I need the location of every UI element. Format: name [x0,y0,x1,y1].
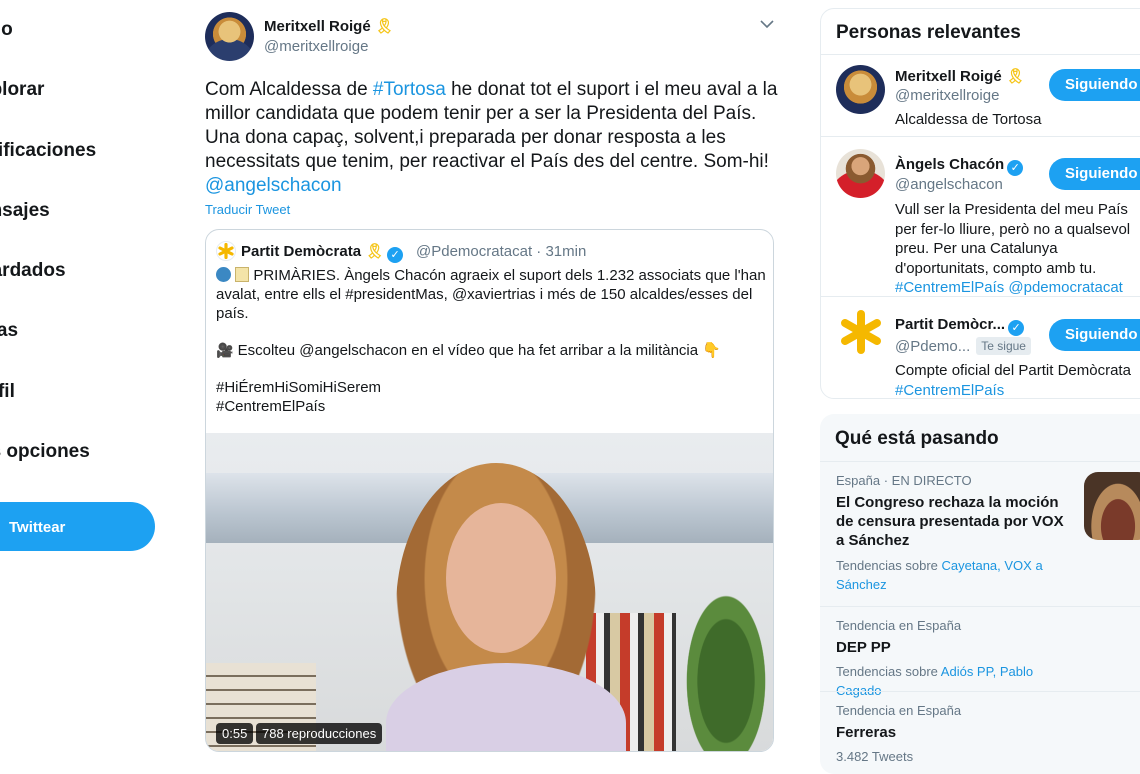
partit-democrata-avatar[interactable] [216,241,236,261]
following-button[interactable]: Siguiendo [1049,319,1140,351]
video-duration-badge: 0:55 [216,723,254,744]
quote-line-1: PRIMÀRIES. Àngels Chacón agraeix el supo… [216,267,766,322]
trend-meta: Tendencia en España [836,703,962,718]
video-plant [676,573,773,751]
hashtag-link[interactable]: #Tortosa [373,79,446,100]
whats-happening-panel: Qué está pasando España · EN DIRECTO El … [820,414,1140,774]
video-camera-emoji-icon: 🎥 [216,342,234,358]
trend-item[interactable]: España · EN DIRECTO El Congreso rechaza … [820,461,1140,607]
relevant-people-panel: Personas relevantes Meritxell Roigé 🎗 @me… [820,8,1140,399]
trend-thumbnail[interactable] [1084,472,1140,540]
trend-item[interactable]: Tendencia en España DEP PP Tendencias so… [820,606,1140,698]
person-handle[interactable]: @angelschacon [895,176,1003,193]
nav-bookmarks[interactable]: uardados [0,251,66,291]
person-bio-text: Compte oficial del Partit Demòcrata [895,362,1131,379]
tweet: Meritxell Roigé 🎗 @meritxellroige Com Alc… [190,0,790,766]
trend-sub-prefix: Tendencias sobre [836,664,941,679]
pointing-down-emoji-icon: 👇 [702,342,721,359]
person-name-row[interactable]: Meritxell Roigé 🎗 [895,67,1025,85]
following-button[interactable]: Siguiendo [1049,69,1140,101]
nav-home[interactable]: icio [0,10,13,50]
quote-hashtag-1: #HiÉremHiSomiHiSerem [216,379,382,396]
trend-title[interactable]: Ferreras [836,723,1076,742]
quote-body: PRIMÀRIES. Àngels Chacón agraeix el supo… [216,266,766,416]
person-card[interactable]: Meritxell Roigé 🎗 @meritxellroige Alcalde… [821,54,1140,137]
person-bio-text: Vull ser la Presidenta del meu País per … [895,201,1131,277]
video-person-face [446,503,556,653]
person-handle[interactable]: @Pdemo... [895,338,970,355]
tweet-button[interactable]: Twittear [0,502,155,551]
quoted-tweet[interactable]: Partit Demòcrata 🎗 ✓ @Pdemocratacat · 31mi… [205,229,774,752]
video-views-badge: 788 reproducciones [256,723,383,744]
tweet-text-part: Com Alcaldessa de [205,79,373,100]
verified-badge-icon: ✓ [1007,160,1024,176]
nav-more-options[interactable]: ás opciones [0,432,90,472]
person-bio: Compte oficial del Partit Demòcrata #Cent… [895,361,1140,399]
trend-tweet-count: 3.482 Tweets [836,749,914,764]
asterisk-logo-icon [218,243,234,259]
person-name[interactable]: Meritxell Roigé [895,68,1002,85]
asterisk-logo-icon [840,309,881,354]
blue-circle-emoji-icon [216,267,231,282]
person-bio: Vull ser la Presidenta del meu País per … [895,200,1140,298]
translate-tweet-link[interactable]: Traducir Tweet [205,202,290,217]
person-name[interactable]: Partit Demòcr... [895,316,1005,333]
quote-author-name-row[interactable]: Partit Demòcrata 🎗 ✓ [241,242,404,263]
person-bio: Alcaldessa de Tortosa [895,111,1042,128]
following-button[interactable]: Siguiendo [1049,158,1140,190]
quote-author-name[interactable]: Partit Demòcrata [241,243,361,260]
avatar[interactable] [836,149,885,198]
verified-badge-icon: ✓ [1008,320,1025,336]
verified-badge-icon: ✓ [387,247,404,263]
nav-lists[interactable]: stas [0,311,18,351]
memo-emoji-icon [235,267,250,282]
person-name[interactable]: Àngels Chacón [895,156,1004,173]
person-name-row[interactable]: Àngels Chacón ✓ [895,156,1024,176]
nav-profile[interactable]: erfil [0,372,15,412]
tweet-text: Com Alcaldessa de #Tortosa he donat tot … [205,78,780,198]
trend-sub: Tendencias sobre Cayetana, VOX a Sánchez [836,556,1076,594]
nav-explore[interactable]: xplorar [0,70,44,110]
yellow-ribbon-icon: 🎗 [365,243,385,260]
video-player[interactable]: 0:55 788 reproducciones [206,433,773,751]
mention-link[interactable]: @angelschacon [205,175,342,196]
whats-happening-title: Qué está pasando [835,428,999,449]
avatar[interactable] [836,65,885,114]
person-bio-links[interactable]: #CentremElPaís @pdemocratacat [895,279,1123,296]
trend-sub-prefix: Tendencias sobre [836,558,942,573]
relevant-people-title: Personas relevantes [836,22,1021,43]
trend-meta: Tendencia en España [836,618,962,633]
nav-notifications[interactable]: otificaciones [0,131,96,171]
author-name[interactable]: Meritxell Roigé [264,18,371,35]
trend-title[interactable]: El Congreso rechaza la moción de censura… [836,493,1076,550]
author-handle[interactable]: @meritxellroige [264,38,368,55]
author-name-row[interactable]: Meritxell Roigé 🎗 [264,17,394,35]
yellow-ribbon-icon: 🎗 [374,18,394,35]
left-nav: icio xplorar otificaciones ensajes uarda… [0,0,190,766]
quote-hashtag-2: #CentremElPaís [216,398,326,415]
author-avatar[interactable] [205,12,254,61]
yellow-ribbon-icon: 🎗 [1005,68,1025,85]
chevron-down-icon[interactable] [759,16,775,32]
trend-item[interactable]: Tendencia en España Ferreras 3.482 Tweet… [820,691,1140,774]
quote-author-handle[interactable]: @Pdemocratacat · 31min [416,243,586,260]
trend-meta: España · EN DIRECTO [836,473,972,488]
person-card[interactable]: Partit Demòcr... ✓ @Pdemo... Te sigue Comp… [821,296,1140,399]
nav-messages[interactable]: ensajes [0,191,50,231]
avatar[interactable] [836,307,885,356]
trend-title[interactable]: DEP PP [836,638,1076,657]
person-name-row[interactable]: Partit Demòcr... ✓ [895,316,1025,336]
person-card[interactable]: Àngels Chacón ✓ @angelschacon Vull ser la… [821,136,1140,297]
person-handle-row: @Pdemo... Te sigue [895,337,1031,355]
follows-you-badge: Te sigue [976,337,1031,355]
person-handle[interactable]: @meritxellroige [895,87,999,104]
person-bio-link[interactable]: #CentremElPaís [895,382,1004,399]
quote-line-2: Escolteu @angelschacon en el vídeo que h… [237,342,699,359]
